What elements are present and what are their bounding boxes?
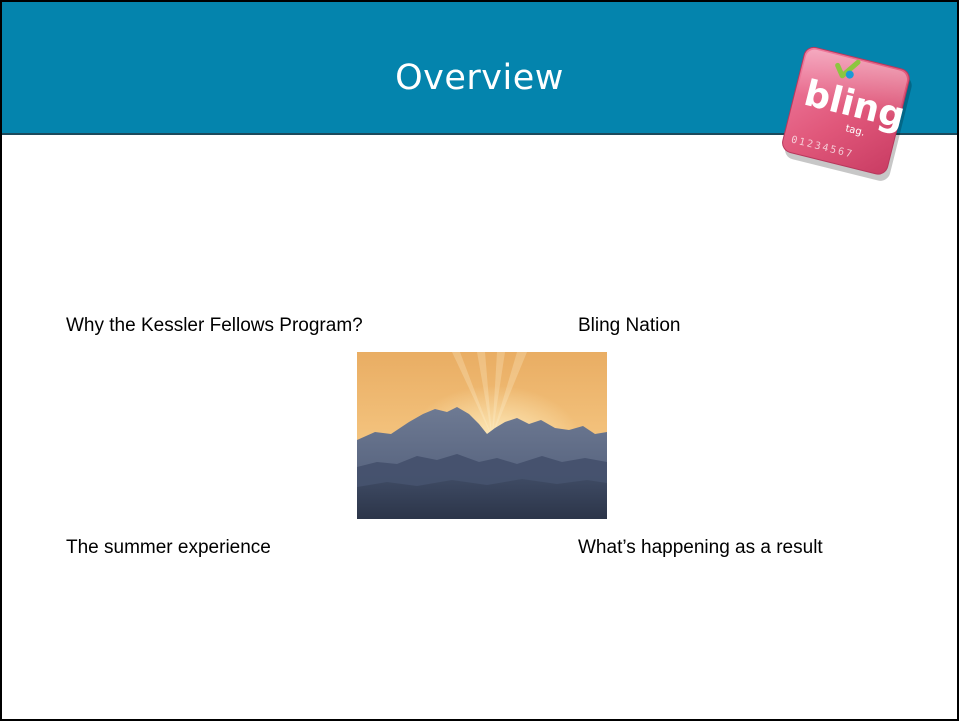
slide: Overview bling tag. 01234567 Why the Kes…	[0, 0, 959, 721]
mountain-sunset-photo	[357, 352, 607, 519]
bling-tag-logo: bling tag. 01234567	[782, 46, 912, 181]
item-summer-experience: The summer experience	[66, 537, 271, 558]
item-bling-nation: Bling Nation	[578, 315, 681, 336]
item-happening-result: What’s happening as a result	[578, 537, 823, 558]
item-why-kessler: Why the Kessler Fellows Program?	[66, 315, 363, 336]
